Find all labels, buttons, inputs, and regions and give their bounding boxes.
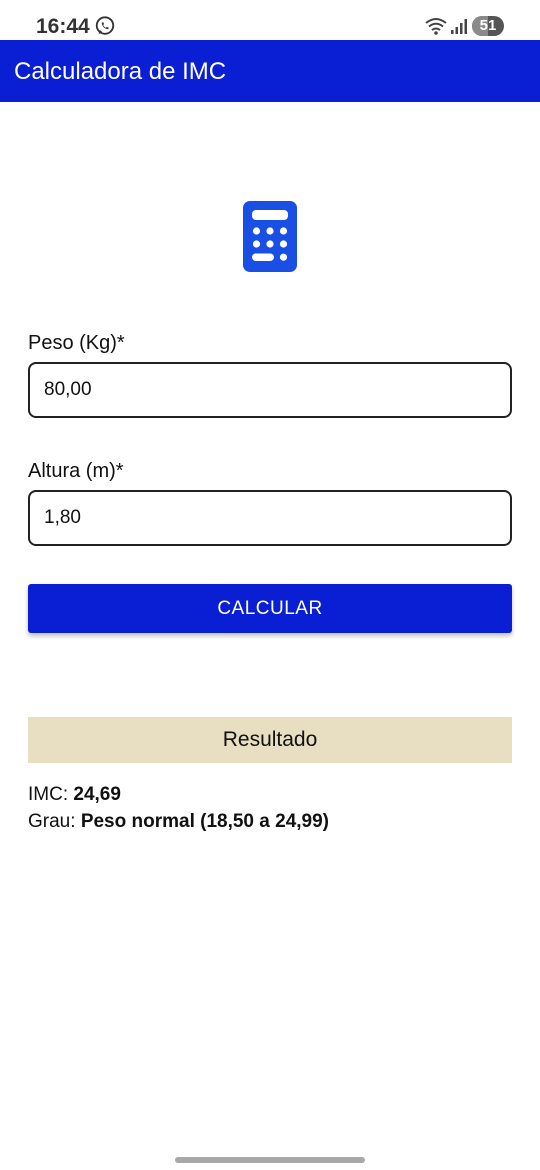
weight-input[interactable] bbox=[28, 362, 512, 418]
status-bar: 16:44 51 bbox=[0, 0, 540, 40]
app-bar: Calculadora de IMC bbox=[0, 40, 540, 102]
imc-result: IMC: 24,69 bbox=[28, 784, 121, 806]
grade-label: Grau: bbox=[28, 811, 81, 832]
battery-icon: 51 bbox=[472, 16, 504, 36]
status-time: 16:44 bbox=[36, 15, 90, 38]
imc-label: IMC: bbox=[28, 784, 74, 805]
whatsapp-icon bbox=[95, 16, 115, 35]
result-header: Resultado bbox=[28, 717, 512, 763]
height-input[interactable] bbox=[28, 490, 512, 546]
nav-gesture-handle[interactable] bbox=[175, 1157, 365, 1163]
height-label: Altura (m)* bbox=[28, 460, 124, 482]
wifi-icon bbox=[425, 18, 447, 35]
battery-level: 51 bbox=[479, 17, 497, 34]
signal-icon bbox=[451, 19, 467, 34]
calculate-button[interactable]: CALCULAR bbox=[28, 584, 512, 633]
weight-label: Peso (Kg)* bbox=[28, 332, 125, 354]
calculator-icon bbox=[243, 201, 297, 272]
imc-value: 24,69 bbox=[73, 784, 121, 805]
grade-value: Peso normal (18,50 a 24,99) bbox=[80, 811, 329, 832]
grade-result: Grau: Peso normal (18,50 a 24,99) bbox=[28, 811, 329, 833]
app-title: Calculadora de IMC bbox=[14, 58, 227, 85]
